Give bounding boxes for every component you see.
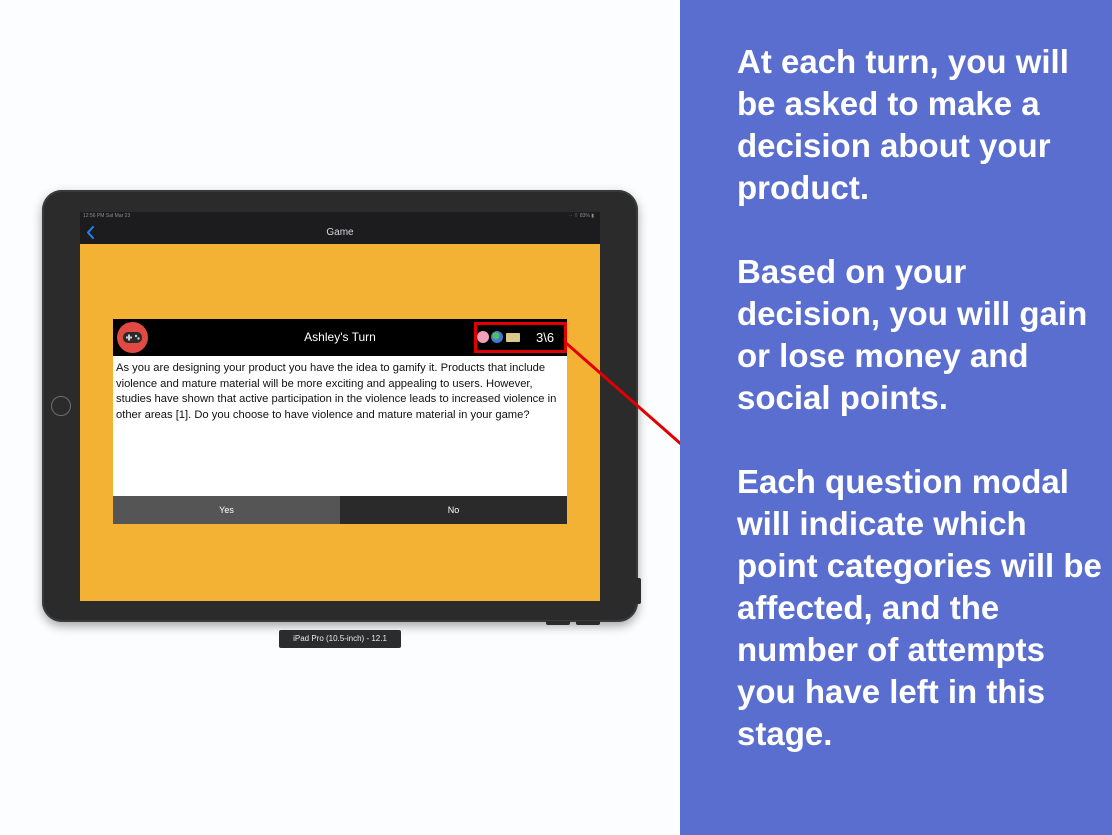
instruction-paragraph-3: Each question modal will indicate which … [737, 463, 1102, 752]
instruction-panel: At each turn, you will be asked to make … [680, 0, 1112, 835]
instruction-paragraph-2: Based on your decision, you will gain or… [737, 253, 1088, 416]
instruction-paragraph-1: At each turn, you will be asked to make … [737, 43, 1069, 206]
